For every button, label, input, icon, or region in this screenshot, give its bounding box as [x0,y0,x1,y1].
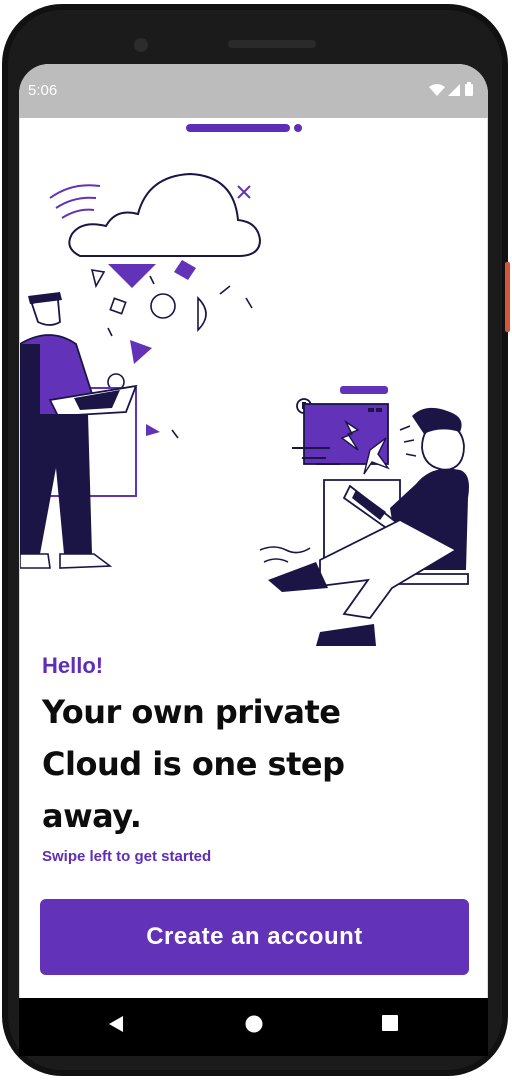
page-indicator-dot [294,124,302,132]
onboarding-page: Hello! Your own private Cloud is one ste… [19,118,488,998]
recents-square-icon[interactable] [381,1014,399,1032]
greeting-text: Hello! [42,653,104,678]
person-with-tablet [20,292,138,569]
home-circle-icon[interactable] [244,1014,264,1034]
server-card [292,386,390,475]
status-time: 5:06 [28,82,58,99]
status-icons [428,82,478,98]
cloud-graphic [49,172,262,257]
power-button [505,262,510,332]
signal-icon [448,84,460,96]
create-account-button[interactable]: Create an account [40,899,469,975]
front-camera [134,38,148,52]
swipe-hint: Swipe left to get started [42,848,212,865]
wifi-icon [429,84,445,96]
battery-icon [465,82,473,96]
page-title: Your own private Cloud is one step away. [42,693,345,835]
system-navigation-bar [19,998,488,1056]
page-indicator-active [186,124,290,132]
screen: 5:06 Hello! Your own private Cloud is on… [19,64,488,998]
earpiece-speaker [228,40,316,48]
status-bar: 5:06 [19,64,488,118]
cloud-illustration [20,172,469,646]
back-triangle-icon[interactable] [107,1014,125,1034]
